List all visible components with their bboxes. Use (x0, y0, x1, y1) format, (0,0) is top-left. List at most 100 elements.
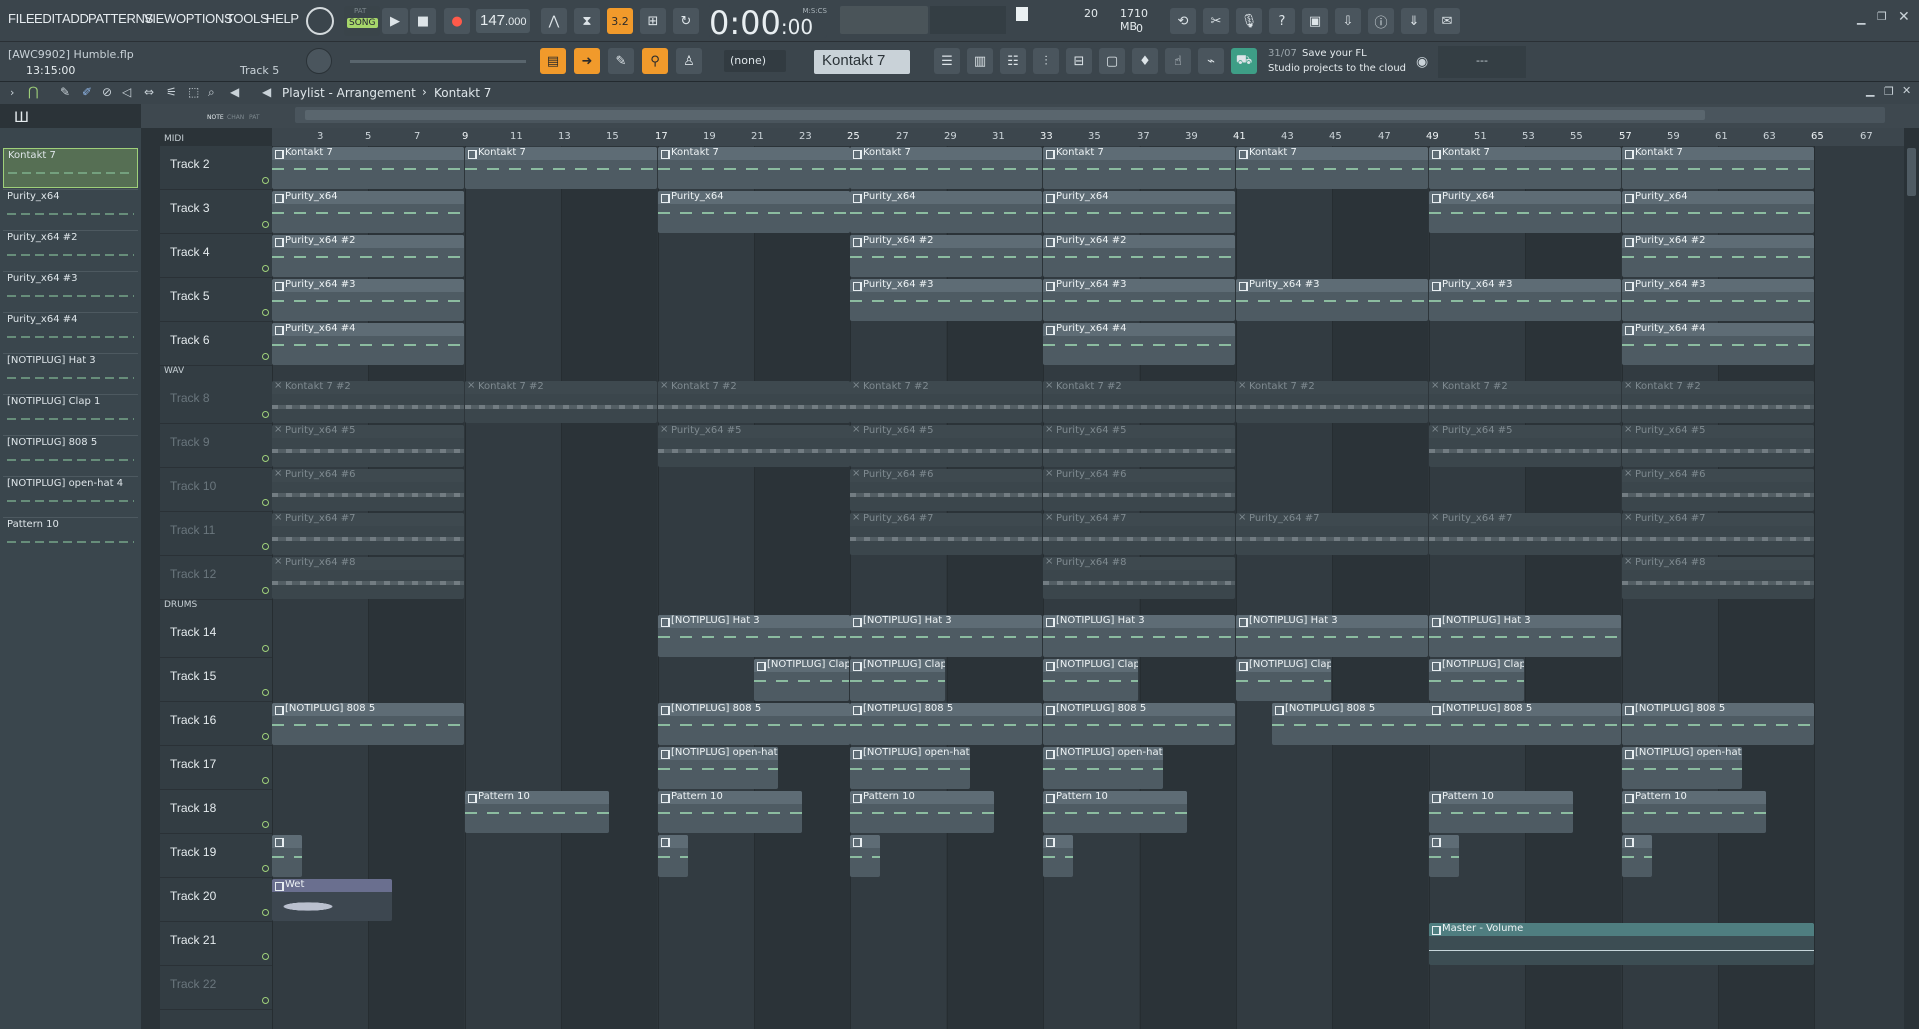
pattern-selector[interactable]: Kontakt 7 (814, 50, 910, 74)
playlist-clip[interactable]: Purity_x64 #3 (850, 279, 1042, 321)
playlist-clip[interactable]: Pattern 10 (1429, 791, 1573, 833)
playlist-clip[interactable] (1622, 835, 1652, 877)
playlist-clip[interactable]: Purity_x64 #2 (1622, 235, 1814, 277)
track-group-header[interactable]: DRUMS (160, 600, 272, 614)
playlist-button[interactable]: ▤ (540, 48, 566, 74)
playlist-clip[interactable]: Kontakt 7 (272, 147, 464, 189)
save-button[interactable]: ▣ (1302, 8, 1328, 34)
paint-icon[interactable]: ✐ (82, 85, 92, 99)
playlist-clip[interactable]: Purity_x64 #4 (1043, 323, 1235, 365)
playlist-clip[interactable]: Purity_x64 #4 (1622, 323, 1814, 365)
playlist-clip[interactable]: [NOTIPLUG] open-hat 4 (1043, 747, 1163, 789)
playlist-clip[interactable]: [NOTIPLUG] Hat 3 (850, 615, 1042, 657)
playlist-clip[interactable]: Purity_x64 #3 (272, 279, 464, 321)
playlist-clip[interactable]: Purity_x64 (1622, 191, 1814, 233)
playlist-clip[interactable]: Purity_x64 #5 (1622, 425, 1814, 467)
track-mute-led[interactable] (262, 777, 269, 784)
track-mute-led[interactable] (262, 177, 269, 184)
track-header[interactable]: Track 17 (160, 746, 272, 790)
track-header[interactable]: Track 8 (160, 380, 272, 424)
picker-pattern[interactable]: Purity_x64 #2 (3, 230, 138, 270)
picker-pattern[interactable]: Purity_x64 #4 (3, 312, 138, 352)
record-button[interactable]: ● (444, 8, 470, 34)
touch-button[interactable]: ☝ (1165, 48, 1191, 74)
playlist-clip[interactable]: Pattern 10 (1043, 791, 1187, 833)
track-mute-led[interactable] (262, 689, 269, 696)
select-icon[interactable]: ⬚ (188, 85, 199, 99)
playlist-clip[interactable]: Kontakt 7 (1622, 147, 1814, 189)
playlist-clip[interactable]: Purity_x64 (850, 191, 1042, 233)
arrow-right-icon[interactable]: › (10, 86, 14, 99)
arrangement-grid[interactable]: Kontakt 7 Kontakt 7 Kontakt 7 Kontakt 7 Kont… (272, 146, 1904, 1029)
track-header[interactable]: Track 2 (160, 146, 272, 190)
picker-pattern[interactable]: Kontakt 7 (3, 148, 138, 188)
wait-input-button[interactable]: ⧗ (574, 8, 600, 34)
track-header[interactable]: Track 11 (160, 512, 272, 556)
draw-tool-button[interactable]: ✎ (608, 48, 634, 74)
playlist-clip[interactable]: [NOTIPLUG] 808 5 (1622, 703, 1814, 745)
track-mute-led[interactable] (262, 587, 269, 594)
playlist-clip[interactable]: Purity_x64 #2 (272, 235, 464, 277)
playlist-clip[interactable]: Purity_x64 #4 (272, 323, 464, 365)
playlist-clip[interactable]: Purity_x64 #7 (850, 513, 1042, 555)
tempo-display[interactable]: 147.000 (476, 9, 530, 33)
track-header[interactable]: Track 15 (160, 658, 272, 702)
playlist-clip[interactable]: Kontakt 7 (850, 147, 1042, 189)
track-mute-led[interactable] (262, 353, 269, 360)
track-mute-led[interactable] (262, 909, 269, 916)
playlist-clip[interactable]: Purity_x64 #7 (1236, 513, 1428, 555)
scroll-thumb[interactable] (305, 110, 1705, 120)
metronome-button[interactable]: ⋀ (541, 8, 567, 34)
tempo-tapper-button[interactable]: ⌁ (1198, 48, 1224, 74)
delete-icon[interactable]: ⊘ (102, 85, 112, 99)
playlist-clip[interactable]: [NOTIPLUG] open-hat 4 (658, 747, 778, 789)
track-mute-led[interactable] (262, 821, 269, 828)
playlist-clip[interactable]: Kontakt 7 (1236, 147, 1428, 189)
plugin-picker-button[interactable]: ♦ (1132, 48, 1158, 74)
loop-record-button[interactable]: ↻ (673, 8, 699, 34)
blend-button[interactable]: ⊞ (640, 8, 666, 34)
horizontal-scrollbar[interactable] (295, 107, 1885, 123)
playlist-clip[interactable]: [NOTIPLUG] Hat 3 (1429, 615, 1621, 657)
playlist-clip[interactable]: [NOTIPLUG] Clap 1 (754, 659, 849, 701)
picker-pattern[interactable]: Purity_x64 #3 (3, 271, 138, 311)
playlist-clip[interactable]: [NOTIPLUG] Hat 3 (1236, 615, 1428, 657)
track-mute-led[interactable] (262, 953, 269, 960)
playlist-close-icon[interactable]: ✕ (1902, 84, 1911, 97)
track-header[interactable]: Track 3 (160, 190, 272, 234)
playlist-clip[interactable]: Purity_x64 (1043, 191, 1235, 233)
picker-pattern[interactable]: [NOTIPLUG] Hat 3 (3, 353, 138, 393)
playlist-clip[interactable]: Wet (272, 879, 392, 921)
cut-button[interactable]: ✂ (1203, 8, 1229, 34)
playlist-clip[interactable] (272, 835, 302, 877)
picker-pattern[interactable]: [NOTIPLUG] open-hat 4 (3, 476, 138, 516)
speaker-icon[interactable]: ◀ (230, 85, 239, 99)
playlist-clip[interactable]: Purity_x64 #3 (1622, 279, 1814, 321)
playlist-clip[interactable] (1043, 835, 1073, 877)
menu-add[interactable]: ADD (62, 11, 89, 26)
feedback-button[interactable]: ✉ (1434, 8, 1460, 34)
picker-mode-icon[interactable]: Ш (14, 110, 29, 126)
playlist-clip[interactable]: Purity_x64 #7 (1429, 513, 1621, 555)
playlist-clip[interactable]: [NOTIPLUG] Hat 3 (658, 615, 850, 657)
track-mute-led[interactable] (262, 499, 269, 506)
playlist-clip[interactable]: Kontakt 7 #2 (1429, 381, 1621, 423)
playlist-clip[interactable]: Kontakt 7 (1043, 147, 1235, 189)
pitch-knob[interactable] (306, 48, 332, 74)
pat-song-switch[interactable]: PAT SONG (344, 6, 380, 36)
menu-options[interactable]: OPTIONS (176, 11, 233, 26)
track-mute-led[interactable] (262, 265, 269, 272)
master-volume-knob[interactable] (306, 7, 334, 35)
track-mute-led[interactable] (262, 543, 269, 550)
help-button[interactable]: ? (1269, 8, 1295, 34)
menu-file[interactable]: FILE (8, 11, 35, 26)
track-mute-led[interactable] (262, 997, 269, 1004)
track-header[interactable]: Track 5 (160, 278, 272, 322)
playlist-clip[interactable]: Purity_x64 #7 (272, 513, 464, 555)
browser-button[interactable]: ⊟ (1066, 48, 1092, 74)
shop-button[interactable]: ⛟ (1231, 48, 1257, 74)
playlist-clip[interactable]: Kontakt 7 (1429, 147, 1621, 189)
track-header[interactable]: Track 14 (160, 614, 272, 658)
playlist-clip[interactable]: Kontakt 7 #2 (1043, 381, 1235, 423)
menu-view[interactable]: VIEW (144, 11, 176, 26)
